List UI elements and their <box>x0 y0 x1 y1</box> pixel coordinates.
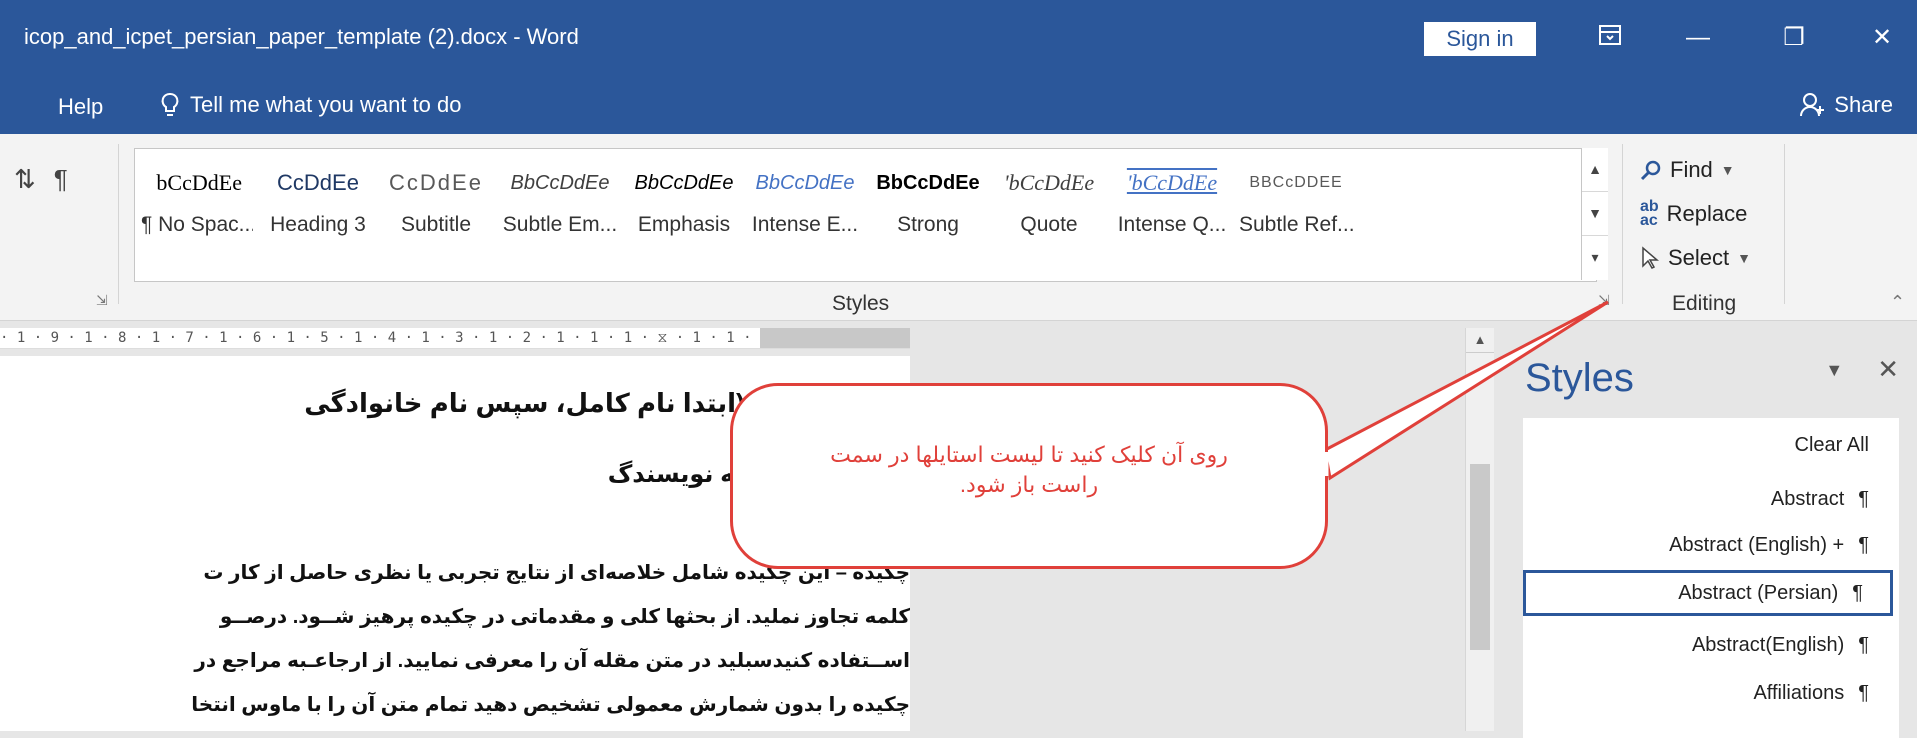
callout-joint <box>1323 452 1329 476</box>
callout-text: روی آن کلیک کنید تا لیست استایلها در سمت… <box>730 440 1328 500</box>
callout-line: روی آن کلیک کنید تا لیست استایلها در سمت <box>830 442 1228 467</box>
callout-line: راست باز شود. <box>959 472 1099 497</box>
